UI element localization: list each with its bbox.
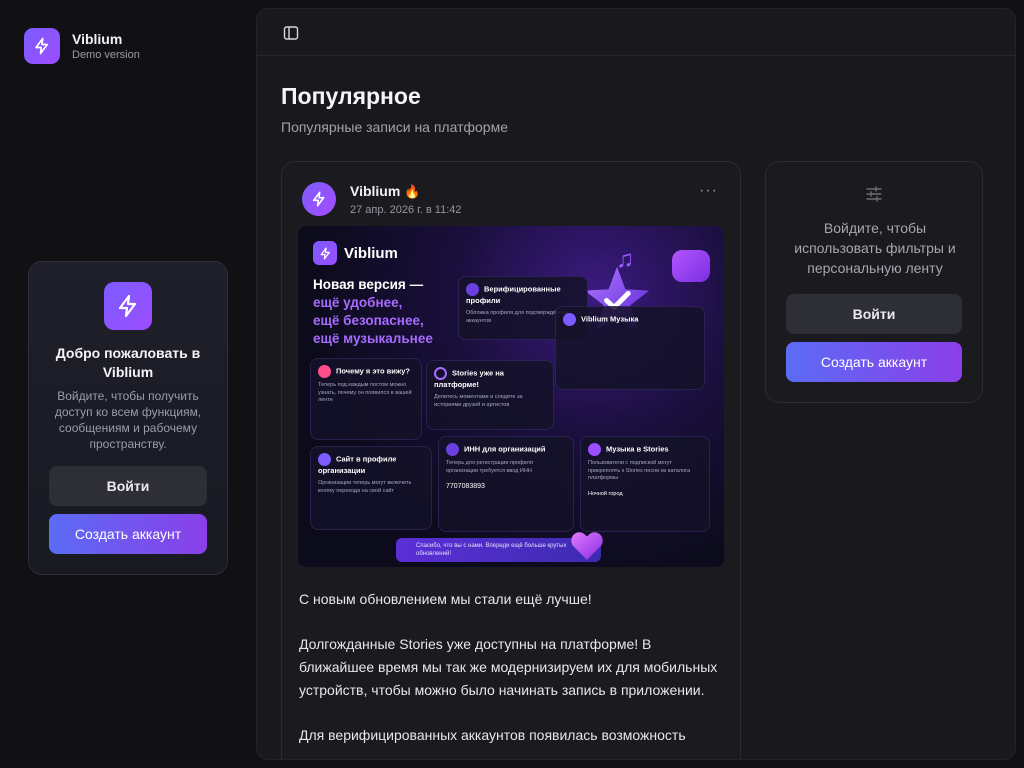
post-paragraph: Долгожданные Stories уже доступны на пла… [299, 636, 718, 698]
post-image[interactable]: Viblium Новая версия — ещё удобнее, ещё … [298, 226, 724, 567]
feature-card-inn: ИНН для организаций Теперь для регистрац… [438, 436, 574, 532]
brand-name: Viblium [72, 31, 123, 47]
page-title: Популярное [281, 83, 421, 109]
avatar[interactable] [302, 182, 336, 216]
main-panel: Популярное Популярные записи на платформ… [256, 8, 1016, 760]
login-button[interactable]: Войти [786, 294, 962, 334]
post-body: С новым обновлением мы стали ещё лучше! … [299, 588, 729, 759]
login-button[interactable]: Войти [49, 466, 207, 506]
post-paragraph: С новым обновлением мы стали ещё лучше! [299, 591, 592, 607]
feature-card-music-stories: Музыка в Stories Пользователи с подписко… [580, 436, 710, 532]
sliders-icon [866, 186, 882, 202]
feature-card-stories: Stories уже на платформе! Делитесь момен… [426, 360, 554, 430]
feature-card-site: Сайт в профиле организации Организации т… [310, 446, 432, 530]
post-author[interactable]: Viblium [350, 183, 400, 199]
post-paragraph: Для верифицированных аккаунтов появилась… [299, 727, 686, 743]
chat-bubble-icon [672, 250, 710, 282]
heart-icon [571, 532, 603, 560]
lightning-icon [104, 282, 152, 330]
topbar [257, 9, 1015, 56]
lightning-icon [313, 241, 337, 265]
feature-card-why: Почему я это вижу? Теперь под каждым пос… [310, 358, 422, 440]
brand[interactable]: Viblium Demo version [24, 28, 140, 64]
welcome-text: Войдите, чтобы получить доступ ко всем ф… [54, 389, 202, 451]
post-header: Viblium 🔥 27 апр. 2026 г. в 11:42 [302, 182, 462, 216]
lightning-icon [24, 28, 60, 64]
fire-icon: 🔥 [404, 183, 421, 199]
media-brand: Viblium [344, 244, 398, 262]
more-options-button[interactable]: ··· [699, 182, 718, 200]
sidebar: Viblium Demo version Добро пожаловать в … [0, 0, 256, 768]
signup-button[interactable]: Создать аккаунт [786, 342, 962, 382]
post-date: 27 апр. 2026 г. в 11:42 [350, 203, 462, 216]
post-card: Viblium 🔥 27 апр. 2026 г. в 11:42 ··· Vib… [281, 161, 741, 759]
page-subtitle: Популярные записи на платформе [281, 119, 508, 135]
brand-subtitle: Demo version [72, 49, 140, 61]
feature-card-music-profile: Viblium Музыка [555, 306, 705, 390]
filters-card: Войдите, чтобы использовать фильтры и пе… [765, 161, 983, 403]
filters-text: Войдите, чтобы использовать фильтры и пе… [794, 220, 956, 276]
media-headline: Новая версия — ещё удобнее, ещё безопасн… [313, 277, 433, 346]
welcome-title: Добро пожаловать в Viblium [55, 345, 201, 380]
signup-button[interactable]: Создать аккаунт [49, 514, 207, 554]
sidebar-toggle-icon[interactable] [283, 25, 299, 41]
welcome-card: Добро пожаловать в Viblium Войдите, чтоб… [28, 261, 228, 575]
